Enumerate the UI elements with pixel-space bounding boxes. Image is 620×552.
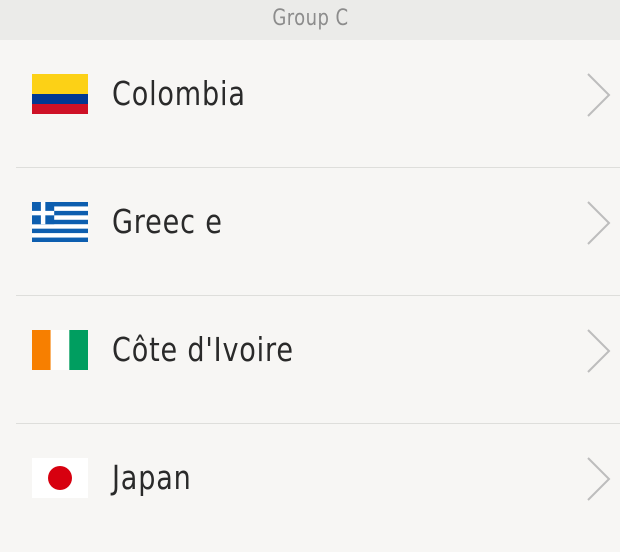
team-row-greece[interactable]: Greec e <box>0 168 620 296</box>
colombia-flag-icon <box>32 74 88 114</box>
team-row-japan[interactable]: Japan <box>0 424 620 552</box>
team-name: Greec e <box>112 202 223 241</box>
chevron-right-icon <box>586 200 612 246</box>
ivory-coast-flag-icon <box>32 330 88 370</box>
group-title: Group C <box>271 6 349 31</box>
team-row-colombia[interactable]: Colombia <box>0 40 620 168</box>
team-name: Côte d'Ivoire <box>112 330 294 369</box>
team-name: Colombia <box>112 74 246 113</box>
japan-flag-icon <box>32 458 88 498</box>
greece-flag-icon <box>32 202 88 242</box>
chevron-right-icon <box>586 328 612 374</box>
group-header: Group C <box>0 0 620 40</box>
chevron-right-icon <box>586 456 612 502</box>
team-row-ivory-coast[interactable]: Côte d'Ivoire <box>0 296 620 424</box>
team-name: Japan <box>112 458 192 497</box>
chevron-right-icon <box>586 72 612 118</box>
team-list: Colombia Greec e Côte d'Ivoire Japan <box>0 40 620 552</box>
